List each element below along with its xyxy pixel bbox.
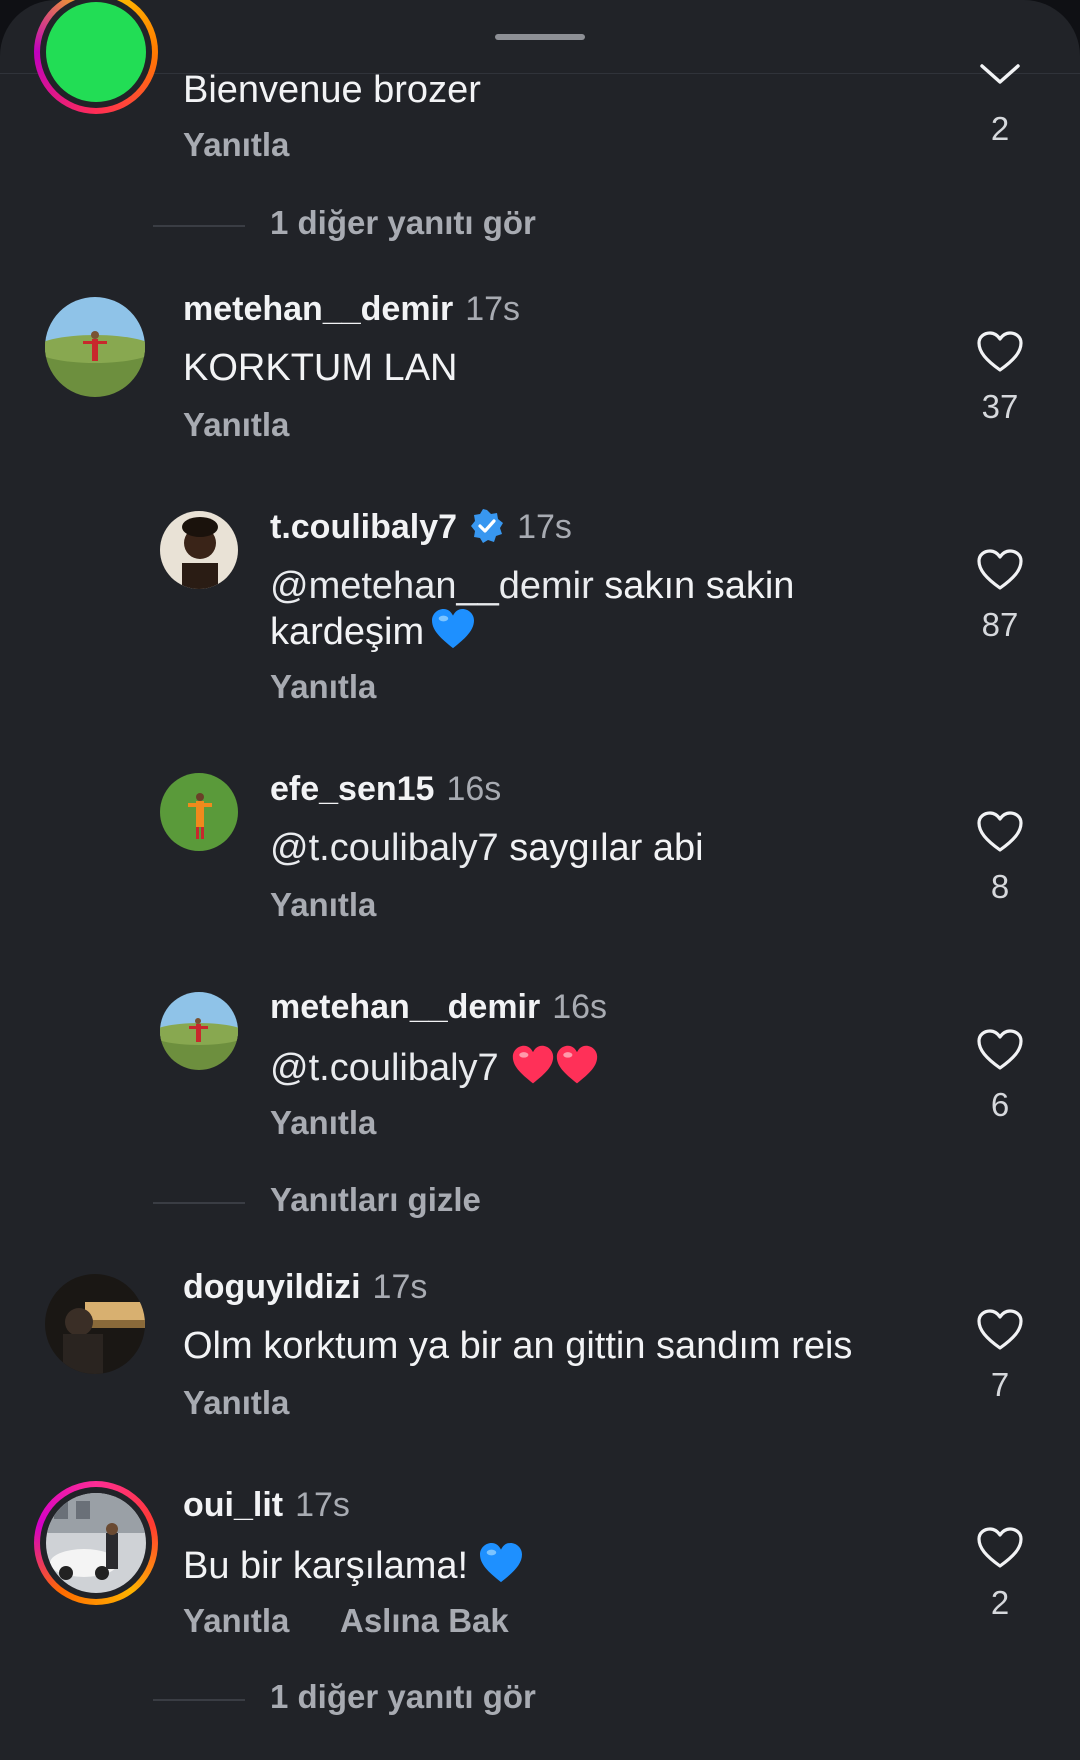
blue-heart-icon (432, 608, 475, 649)
like-count: 6 (990, 1086, 1010, 1123)
comment-text: @t.coulibaly7 saygılar abi (270, 827, 704, 869)
comment-text-line2: kardeşim (270, 608, 476, 654)
blue-heart-icon (480, 1542, 523, 1583)
like-button[interactable]: 8 (974, 810, 1026, 905)
view-more-replies[interactable]: 1 diğer yanıtı gör (270, 204, 536, 242)
comment-text: Bu bir karşılama! (183, 1542, 524, 1588)
comments-sheet: Bienvenue brozer Yanıtla 2 1 diğer yanıt… (0, 0, 1080, 1760)
comment-text: KORKTUM LAN (183, 347, 458, 389)
timestamp: 16s (446, 770, 502, 808)
reply-button[interactable]: Yanıtla (270, 1104, 376, 1142)
like-count: 7 (990, 1366, 1010, 1403)
avatar[interactable] (46, 1493, 146, 1593)
like-button[interactable]: 2 (974, 62, 1026, 147)
reply-button[interactable]: Yanıtla (183, 1384, 289, 1422)
like-count: 87 (981, 606, 1019, 643)
avatar[interactable] (45, 1274, 145, 1374)
username[interactable]: metehan__demir 17s (183, 290, 520, 329)
like-count: 2 (990, 110, 1010, 147)
comment-text: @t.coulibaly7 (270, 1044, 599, 1090)
avatar[interactable] (46, 2, 146, 102)
timestamp: 17s (517, 508, 572, 546)
heart-icon (977, 331, 1023, 372)
username[interactable]: oui_lit 17s (183, 1486, 350, 1525)
username[interactable]: t.coulibaly7 17s (270, 508, 572, 547)
avatar[interactable] (160, 511, 238, 589)
thread-line (153, 1202, 245, 1204)
verified-badge-icon (471, 509, 504, 543)
reply-button[interactable]: Yanıtla (270, 886, 376, 924)
drag-handle[interactable] (495, 34, 585, 40)
comment-text: Bienvenue brozer (183, 69, 481, 111)
thread-line (153, 1699, 245, 1701)
avatar[interactable] (45, 297, 145, 397)
reply-button[interactable]: Yanıtla (183, 126, 289, 164)
username[interactable]: metehan__demir 16s (270, 988, 607, 1027)
hide-replies[interactable]: Yanıtları gizle (270, 1181, 481, 1219)
like-button[interactable]: 6 (974, 1028, 1026, 1123)
chevron-down-icon (980, 64, 1020, 84)
view-more-replies[interactable]: 1 diğer yanıtı gör (270, 1678, 536, 1716)
thread-line (153, 225, 245, 227)
heart-icon (977, 811, 1023, 852)
comment-text: @metehan__demir sakın sakin (270, 565, 795, 607)
mention-link[interactable]: @t.coulibaly7 (270, 1047, 499, 1089)
heart-icon (977, 1527, 1023, 1568)
red-heart-icon (512, 1045, 553, 1084)
username[interactable]: efe_sen15 16s (270, 770, 501, 809)
comment-text: Olm korktum ya bir an gittin sandım reis (183, 1325, 853, 1367)
like-count: 8 (990, 868, 1010, 905)
like-count: 2 (990, 1584, 1010, 1621)
heart-icon (977, 549, 1023, 590)
reply-button[interactable]: Yanıtla (270, 668, 376, 706)
avatar[interactable] (160, 773, 238, 851)
reply-button[interactable]: Yanıtla (183, 1602, 289, 1640)
heart-icon (977, 1309, 1023, 1350)
like-count: 37 (981, 388, 1019, 425)
like-button[interactable]: 37 (974, 330, 1026, 425)
like-button[interactable]: 2 (974, 1526, 1026, 1621)
mention-link[interactable]: @t.coulibaly7 (270, 827, 499, 869)
red-heart-icon (556, 1045, 597, 1084)
timestamp: 17s (465, 290, 521, 328)
avatar[interactable] (160, 992, 238, 1070)
timestamp: 17s (295, 1486, 350, 1524)
heart-icon (977, 1029, 1023, 1070)
username[interactable]: doguyildizi 17s (183, 1268, 427, 1307)
reply-button[interactable]: Yanıtla (183, 406, 289, 444)
timestamp: 16s (552, 988, 608, 1026)
sheet-divider (0, 73, 1080, 74)
mention-link[interactable]: @metehan__demir (270, 565, 594, 607)
see-original-button[interactable]: Aslına Bak (340, 1602, 509, 1640)
like-button[interactable]: 87 (974, 548, 1026, 643)
timestamp: 17s (372, 1268, 428, 1306)
like-button[interactable]: 7 (974, 1308, 1026, 1403)
